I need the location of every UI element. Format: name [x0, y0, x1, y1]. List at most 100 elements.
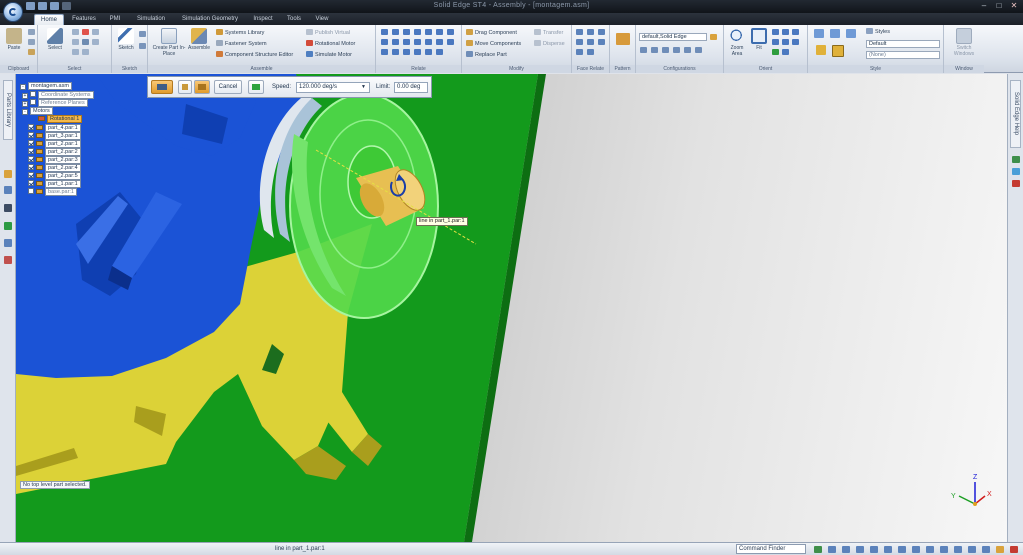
visibility-checkbox[interactable] — [30, 99, 36, 105]
tree-item[interactable]: part_2.par:3 — [28, 156, 81, 164]
cam-icon[interactable] — [381, 39, 388, 45]
feature-library-icon[interactable] — [4, 239, 12, 247]
pattern-icon[interactable] — [616, 33, 630, 45]
visibility-checkbox[interactable] — [28, 164, 34, 170]
cut-icon[interactable] — [28, 29, 35, 35]
help-twitter-icon[interactable] — [1012, 168, 1020, 175]
gear-icon[interactable] — [392, 39, 399, 45]
config-icon-2[interactable] — [651, 47, 658, 53]
sketch-button[interactable]: Sketch — [115, 28, 137, 51]
view-icon-3[interactable] — [792, 39, 799, 45]
relate-option-icon-4[interactable] — [436, 49, 443, 55]
center-plane-icon[interactable] — [436, 39, 443, 45]
tab-simulation-geometry[interactable]: Simulation Geometry — [176, 14, 244, 25]
select-option-icon-3[interactable] — [92, 29, 99, 35]
copy-icon[interactable] — [28, 39, 35, 45]
select-option-icon-5[interactable] — [82, 39, 89, 45]
insert-icon[interactable] — [414, 29, 421, 35]
tree-item[interactable]: part_2.par:5 — [28, 172, 81, 180]
status-icon-14[interactable] — [996, 546, 1004, 553]
simulate-motor-button[interactable]: Simulate Motor — [306, 51, 352, 59]
fastener-system-button[interactable]: Fastener System — [216, 40, 267, 48]
config-icon-1[interactable] — [640, 47, 647, 53]
styles-button[interactable]: Styles — [866, 28, 890, 36]
config-icon-3[interactable] — [662, 47, 669, 53]
config-icon-4[interactable] — [673, 47, 680, 53]
assembly-3d-view[interactable]: Z Y X — [16, 74, 1007, 542]
tree-item[interactable]: part_1.par:1 — [28, 180, 81, 188]
face-relate-icon-5[interactable] — [587, 39, 594, 45]
view-icon-4[interactable] — [772, 49, 779, 55]
direction-toggle-button[interactable] — [248, 80, 264, 94]
mate-icon[interactable] — [381, 29, 388, 35]
status-icon-7[interactable] — [898, 546, 906, 553]
tab-home[interactable]: Home — [34, 14, 64, 25]
planar-align-icon[interactable] — [392, 29, 399, 35]
status-icon-9[interactable] — [926, 546, 934, 553]
select-tools-icon[interactable] — [4, 222, 12, 230]
face-relate-icon-2[interactable] — [587, 29, 594, 35]
zoom-area-button[interactable]: Zoom Area — [726, 28, 748, 57]
fit-button[interactable]: Fit — [750, 28, 768, 51]
select-option-icon-8[interactable] — [82, 49, 89, 55]
visibility-checkbox[interactable] — [28, 180, 34, 186]
flash-fit-icon[interactable] — [392, 49, 399, 55]
visibility-checkbox[interactable] — [28, 124, 34, 130]
publish-virtual-button[interactable]: Publish Virtual — [306, 29, 350, 37]
solid-edge-help-tab[interactable]: Solid Edge Help — [1010, 80, 1021, 148]
select-button[interactable]: Select — [44, 28, 66, 51]
tree-item[interactable]: part_2.par:1 — [28, 140, 81, 148]
parallel-icon[interactable] — [403, 39, 410, 45]
config-icon-5[interactable] — [684, 47, 691, 53]
status-icon-5[interactable] — [870, 546, 878, 553]
cancel-button[interactable]: Cancel — [214, 80, 242, 94]
status-icon-1[interactable] — [814, 546, 822, 553]
family-of-assemblies-icon[interactable] — [4, 256, 12, 264]
sensors-icon[interactable] — [4, 204, 12, 212]
visibility-checkbox[interactable] — [28, 156, 34, 162]
face-relate-icon-6[interactable] — [598, 39, 605, 45]
select-option-icon-1[interactable] — [72, 29, 79, 35]
3d-graphics-window[interactable]: Z Y X — [16, 74, 1007, 542]
angle-icon[interactable] — [436, 29, 443, 35]
shaded-edges-icon[interactable] — [832, 45, 844, 57]
select-option-icon-4[interactable] — [72, 39, 79, 45]
application-button[interactable] — [3, 2, 23, 22]
pathfinder-icon[interactable] — [4, 170, 12, 178]
tangent-icon[interactable] — [447, 29, 454, 35]
move-components-button[interactable]: Move Components — [466, 40, 521, 48]
minimize-icon[interactable]: – — [977, 1, 991, 10]
select-option-icon-2[interactable] — [82, 29, 89, 35]
speed-input[interactable]: 120.000 deg/s ▼ — [296, 82, 370, 93]
select-option-icon-7[interactable] — [72, 49, 79, 55]
rigid-set-icon[interactable] — [447, 39, 454, 45]
relate-option-icon-1[interactable] — [403, 49, 410, 55]
tree-item[interactable]: part_2.par:4 — [28, 164, 81, 172]
sketch-option-icon-1[interactable] — [139, 31, 146, 37]
chevron-down-icon[interactable]: ▼ — [361, 83, 366, 92]
sketch-option-icon-2[interactable] — [139, 43, 146, 49]
ground-icon[interactable] — [381, 49, 388, 55]
select-motor-axis-button[interactable] — [178, 80, 192, 94]
select-option-icon-6[interactable] — [92, 39, 99, 45]
axial-align-icon[interactable] — [403, 29, 410, 35]
status-icon-15[interactable] — [1010, 546, 1018, 553]
face-relate-icon-4[interactable] — [576, 39, 583, 45]
style-select[interactable]: Default — [866, 40, 940, 48]
view-style-icon-1[interactable] — [814, 29, 824, 38]
create-part-in-place-button[interactable]: Create Part In-Place — [151, 28, 187, 57]
tree-item[interactable]: - Motors — [22, 107, 53, 115]
view-icon-5[interactable] — [782, 49, 789, 55]
visibility-checkbox[interactable] — [28, 132, 34, 138]
configuration-select[interactable]: default,Solid Edge — [639, 33, 707, 41]
status-icon-11[interactable] — [954, 546, 962, 553]
systems-library-button[interactable]: Systems Library — [216, 29, 264, 37]
visibility-checkbox[interactable] — [28, 188, 34, 194]
status-icon-2[interactable] — [828, 546, 836, 553]
status-icon-10[interactable] — [940, 546, 948, 553]
close-icon[interactable]: ✕ — [1007, 1, 1021, 10]
structure-editor-button[interactable]: Component Structure Editor — [216, 51, 293, 59]
view-style-icon-2[interactable] — [830, 29, 840, 38]
assemble-button[interactable]: Assemble — [186, 28, 212, 51]
face-relate-icon-7[interactable] — [576, 49, 583, 55]
